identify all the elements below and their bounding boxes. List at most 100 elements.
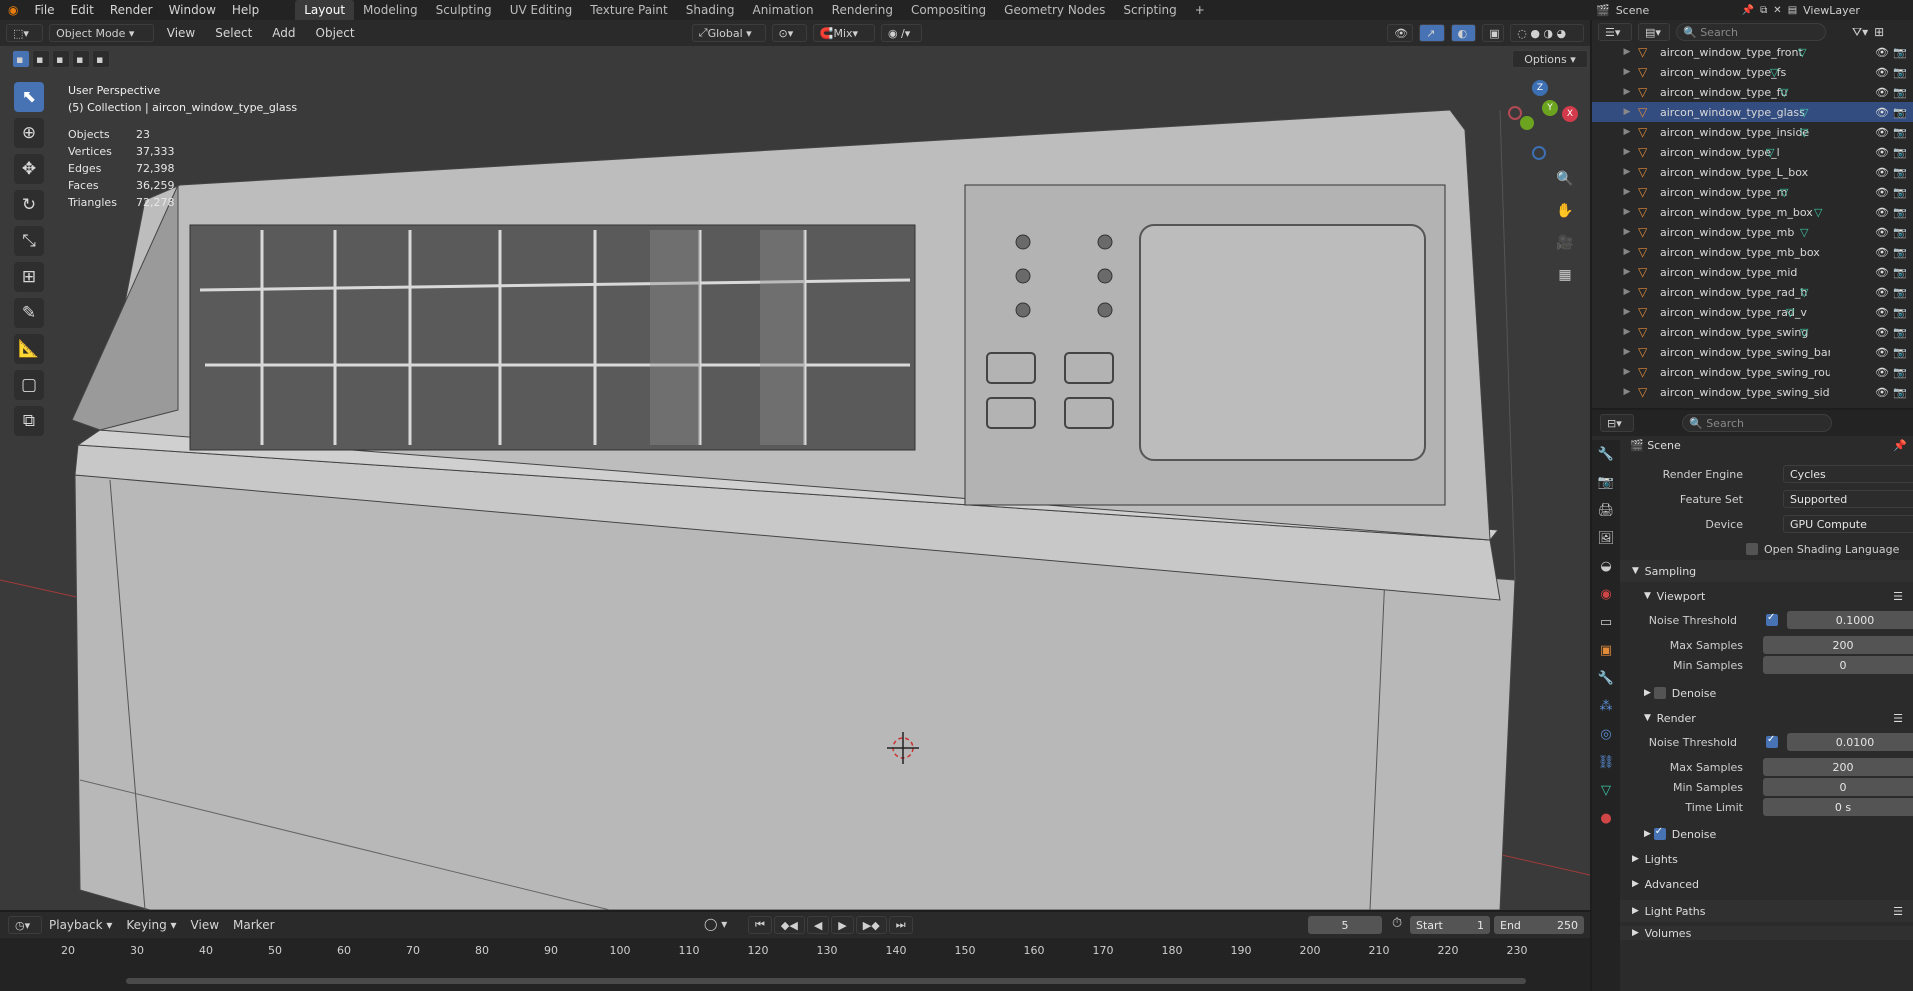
properties-editor-type[interactable]: ⊟▾ xyxy=(1600,414,1634,432)
select-new-icon[interactable]: ▪ xyxy=(12,50,30,68)
render-noise-threshold-field[interactable]: 0.0100 xyxy=(1787,733,1913,751)
rotate-tool-icon[interactable]: ↻ xyxy=(14,190,44,220)
proportional-edit-button[interactable]: ◉ ∕▾ xyxy=(880,24,922,42)
physics-properties-icon[interactable]: ◎ xyxy=(1592,720,1620,748)
mode-dropdown[interactable]: Object Mode ▾ xyxy=(49,24,154,42)
pin-icon[interactable]: 📌 xyxy=(1742,5,1754,16)
move-tool-icon[interactable]: ✥ xyxy=(14,154,44,184)
viewport-subpanel-header[interactable]: ▼ Viewport ☰ xyxy=(1620,585,1913,607)
expand-arrow-icon[interactable]: ▶ xyxy=(1616,387,1638,397)
add-mesh-tool-icon[interactable]: ⧉ xyxy=(14,406,44,436)
viewport-menu-object[interactable]: Object xyxy=(309,26,362,40)
device-dropdown[interactable]: GPU Compute xyxy=(1783,515,1913,533)
outliner-item[interactable]: ▶ ▽ aircon_window_type_swing_bar 👁 📷 xyxy=(1592,342,1913,362)
expand-arrow-icon[interactable]: ▶ xyxy=(1616,307,1638,317)
render-camera-icon[interactable]: 📷 xyxy=(1893,86,1907,99)
menu-edit[interactable]: Edit xyxy=(63,0,102,20)
overlay-toggle-icon[interactable]: ◐ xyxy=(1450,24,1477,42)
object-properties-icon[interactable]: ▣ xyxy=(1592,636,1620,664)
tab-geometry-nodes[interactable]: Geometry Nodes xyxy=(995,0,1114,20)
select-extend-icon[interactable]: ▪ xyxy=(32,50,50,68)
delete-scene-icon[interactable]: ✕ xyxy=(1773,5,1781,16)
expand-arrow-icon[interactable]: ▶ xyxy=(1616,367,1638,377)
annotate-tool-icon[interactable]: ✎ xyxy=(14,298,44,328)
xray-toggle-icon[interactable]: ▣ xyxy=(1482,24,1505,42)
visibility-eye-icon[interactable]: 👁 xyxy=(1875,206,1889,219)
outliner-search[interactable]: 🔍 Search xyxy=(1676,23,1826,41)
expand-arrow-icon[interactable]: ▶ xyxy=(1616,227,1638,237)
measure-tool-icon[interactable]: 📐 xyxy=(14,334,44,364)
expand-arrow-icon[interactable]: ▶ xyxy=(1616,107,1638,117)
outliner-item[interactable]: ▶ ▽ aircon_window_type_mid 👁 📷 xyxy=(1592,262,1913,282)
expand-arrow-icon[interactable]: ▶ xyxy=(1616,287,1638,297)
render-camera-icon[interactable]: 📷 xyxy=(1893,366,1907,379)
scene-icon[interactable]: 🎬 xyxy=(1596,4,1610,17)
pivot-dropdown[interactable]: ⊙▾ xyxy=(771,24,807,42)
expand-arrow-icon[interactable]: ▶ xyxy=(1616,47,1638,57)
tab-shading[interactable]: Shading xyxy=(677,0,744,20)
editor-type-button[interactable]: ⬚▾ xyxy=(6,24,44,42)
viewport-menu-select[interactable]: Select xyxy=(208,26,259,40)
sampling-header[interactable]: ▼ Sampling xyxy=(1620,560,1913,582)
outliner-item-name[interactable]: aircon_window_type_m_box xyxy=(1660,206,1830,219)
gizmo-neg-y[interactable] xyxy=(1520,116,1534,130)
visibility-eye-icon[interactable]: 👁 xyxy=(1875,66,1889,79)
viewport-denoise-checkbox[interactable] xyxy=(1653,687,1666,699)
mesh-data-icon[interactable]: ▽ xyxy=(1766,146,1774,159)
visibility-eye-icon[interactable]: 👁 xyxy=(1875,266,1889,279)
outliner-item[interactable]: ▶ ▽ aircon_window_type_m ▽ 👁 📷 xyxy=(1592,182,1913,202)
transform-orientation-dropdown[interactable]: ⤢ Global ▾ xyxy=(691,24,766,42)
add-cube-tool-icon[interactable]: ▢ xyxy=(14,370,44,400)
view-layer-properties-icon[interactable]: 🖼 xyxy=(1592,524,1620,552)
tab-uv-editing[interactable]: UV Editing xyxy=(501,0,582,20)
mesh-data-icon[interactable]: ▽ xyxy=(1780,186,1788,199)
tab-texture-paint[interactable]: Texture Paint xyxy=(581,0,676,20)
outliner-item[interactable]: ▶ ▽ aircon_window_type_rad_v ▽ 👁 📷 xyxy=(1592,302,1913,322)
outliner-item[interactable]: ▶ ▽ aircon_window_type_swing_side 👁 📷 xyxy=(1592,382,1913,402)
display-mode-dropdown[interactable]: ▤▾ xyxy=(1638,23,1670,41)
tab-rendering[interactable]: Rendering xyxy=(823,0,902,20)
snap-dropdown[interactable]: 🧲 Mix ▾ xyxy=(812,24,875,42)
expand-arrow-icon[interactable]: ▶ xyxy=(1616,187,1638,197)
tab-compositing[interactable]: Compositing xyxy=(902,0,995,20)
list-icon[interactable]: ☰ xyxy=(1893,712,1903,725)
render-properties-icon[interactable]: 📷 xyxy=(1592,468,1620,496)
render-engine-dropdown[interactable]: Cycles xyxy=(1783,465,1913,483)
visibility-icon[interactable]: 👁 xyxy=(1387,24,1414,42)
new-collection-icon[interactable]: ⊞ xyxy=(1874,25,1884,39)
advanced-header[interactable]: ▶ Advanced xyxy=(1620,873,1913,895)
list-icon[interactable]: ☰ xyxy=(1893,590,1903,603)
gizmo-x-axis[interactable]: X xyxy=(1562,106,1578,122)
visibility-eye-icon[interactable]: 👁 xyxy=(1875,386,1889,399)
timeline-scrollbar[interactable] xyxy=(126,978,1526,984)
visibility-eye-icon[interactable]: 👁 xyxy=(1875,366,1889,379)
add-workspace-button[interactable]: + xyxy=(1186,0,1214,20)
render-min-samples-field[interactable]: 0 xyxy=(1763,778,1913,796)
render-camera-icon[interactable]: 📷 xyxy=(1893,126,1907,139)
scene-properties-icon[interactable]: ◒ xyxy=(1592,552,1620,580)
blender-logo-icon[interactable]: ◉ xyxy=(0,0,26,20)
render-max-samples-field[interactable]: 200 xyxy=(1763,758,1913,776)
transform-tool-icon[interactable]: ⊞ xyxy=(14,262,44,292)
tab-animation[interactable]: Animation xyxy=(743,0,822,20)
3d-viewport[interactable]: ⬚▾ Object Mode ▾ View Select Add Object … xyxy=(0,20,1590,910)
menu-window[interactable]: Window xyxy=(161,0,224,20)
gizmo-neg-x[interactable] xyxy=(1508,106,1522,120)
mesh-data-icon[interactable]: ▽ xyxy=(1800,126,1808,139)
mesh-data-icon[interactable]: ▽ xyxy=(1798,46,1806,59)
cursor-tool-icon[interactable]: ⊕ xyxy=(14,118,44,148)
select-intersect-icon[interactable]: ▪ xyxy=(92,50,110,68)
tab-sculpting[interactable]: Sculpting xyxy=(427,0,501,20)
outliner-item-name[interactable]: aircon_window_type_m xyxy=(1660,186,1830,199)
volumes-header[interactable]: ▶ Volumes xyxy=(1620,926,1913,940)
visibility-eye-icon[interactable]: 👁 xyxy=(1875,326,1889,339)
gizmo-z-axis[interactable]: Z xyxy=(1532,80,1548,96)
visibility-eye-icon[interactable]: 👁 xyxy=(1875,286,1889,299)
outliner-item-name[interactable]: aircon_window_type_swing_round xyxy=(1660,366,1830,379)
mesh-data-icon[interactable]: ▽ xyxy=(1814,206,1822,219)
select-invert-icon[interactable]: ▪ xyxy=(72,50,90,68)
visibility-eye-icon[interactable]: 👁 xyxy=(1875,306,1889,319)
outliner-item[interactable]: ▶ ▽ aircon_window_type_L_box 👁 📷 xyxy=(1592,162,1913,182)
lights-header[interactable]: ▶ Lights xyxy=(1620,848,1913,870)
visibility-eye-icon[interactable]: 👁 xyxy=(1875,126,1889,139)
